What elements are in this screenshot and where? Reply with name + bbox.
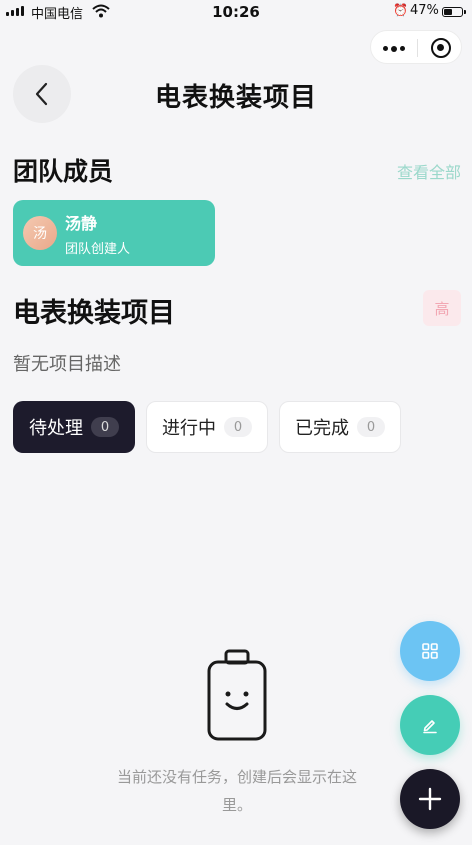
team-section-title: 团队成员 xyxy=(13,157,114,186)
member-role: 团队创建人 xyxy=(65,242,131,257)
alarm-icon: ⏰ xyxy=(393,3,408,17)
battery-nub xyxy=(464,10,466,14)
battery-percent: 47% xyxy=(410,3,439,18)
tab-label: 进行中 xyxy=(162,418,216,439)
priority-badge: 高 xyxy=(423,290,461,326)
tab-label: 待处理 xyxy=(29,418,83,439)
view-all-link[interactable]: 查看全部 xyxy=(397,159,461,183)
member-name: 汤静 xyxy=(65,214,98,233)
status-bar: 中国电信 10:26 ⏰ 47% xyxy=(0,0,472,24)
grid-button[interactable] xyxy=(400,621,460,681)
plus-icon xyxy=(418,787,442,811)
close-miniprogram-icon[interactable] xyxy=(431,38,451,58)
edit-button[interactable] xyxy=(400,695,460,755)
edit-icon xyxy=(423,720,437,734)
miniprogram-capsule xyxy=(370,30,462,64)
team-member-card[interactable]: 汤 汤静 团队创建人 xyxy=(13,200,215,266)
tab-pending[interactable]: 待处理 0 xyxy=(13,401,135,453)
capsule-divider xyxy=(417,39,418,57)
grid-icon xyxy=(422,643,438,659)
project-description: 暂无项目描述 xyxy=(13,354,121,375)
tab-count: 0 xyxy=(91,417,119,437)
tab-completed[interactable]: 已完成 0 xyxy=(279,401,401,453)
tab-count: 0 xyxy=(357,417,385,437)
empty-state-text: 当前还没有任务，创建后会显示在这 里。 xyxy=(96,763,378,819)
add-task-button[interactable] xyxy=(400,769,460,829)
tab-in-progress[interactable]: 进行中 0 xyxy=(146,401,268,453)
empty-state-line-2: 里。 xyxy=(221,796,252,814)
tab-count: 0 xyxy=(224,417,252,437)
project-name: 电表换装项目 xyxy=(13,298,175,329)
battery-icon xyxy=(442,7,463,17)
empty-state-line-1: 当前还没有任务，创建后会显示在这 xyxy=(116,768,357,786)
battery-fill xyxy=(444,9,452,15)
tab-label: 已完成 xyxy=(295,418,349,439)
avatar: 汤 xyxy=(23,216,57,250)
page-title: 电表换装项目 xyxy=(154,83,317,113)
more-icon[interactable] xyxy=(383,45,405,52)
empty-bag-icon xyxy=(207,649,267,741)
